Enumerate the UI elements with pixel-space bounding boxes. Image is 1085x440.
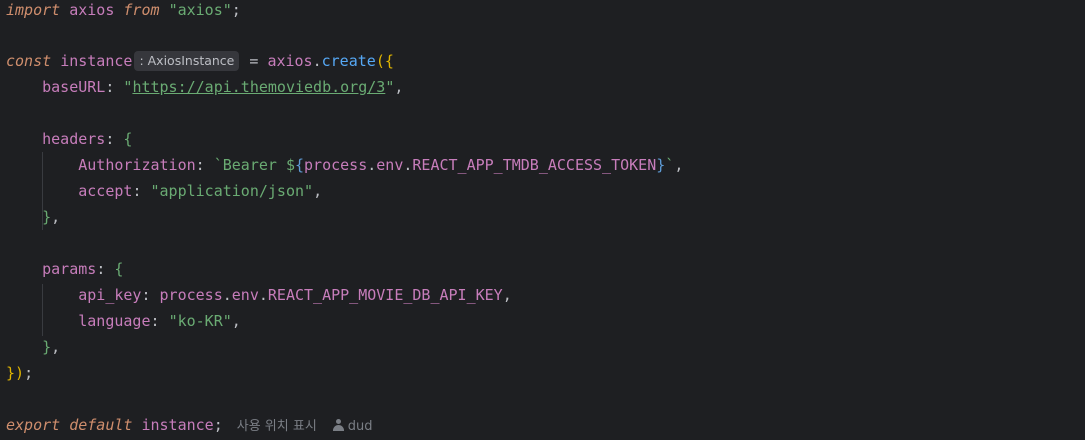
identifier: env [376, 156, 404, 174]
punctuation: : [105, 130, 124, 148]
keyword: import [6, 1, 61, 19]
template-string: ` [665, 156, 675, 174]
punctuation: , [394, 78, 404, 96]
property-key: baseURL [42, 78, 106, 96]
code-line-3[interactable]: const instance: AxiosInstance = axios.cre… [6, 48, 394, 74]
string-literal: "axios" [168, 1, 232, 19]
code-line-4[interactable]: baseURL: "https://api.themoviedb.org/3", [6, 74, 403, 100]
punctuation: : [132, 182, 151, 200]
keyword: export [6, 416, 61, 434]
identifier: axios [267, 52, 313, 70]
punctuation: = [249, 52, 268, 70]
type-inlay-hint[interactable]: : AxiosInstance [134, 51, 240, 71]
variable-name: instance [60, 52, 133, 70]
brace: { [384, 52, 394, 70]
punctuation: : [105, 78, 124, 96]
punctuation: : [141, 286, 160, 304]
punctuation: : [96, 260, 115, 278]
author-hint[interactable]: dud [348, 419, 373, 434]
code-line-1[interactable]: import axios from "axios"; [6, 0, 241, 23]
punctuation: , [313, 182, 323, 200]
brace: } [42, 338, 52, 356]
string-literal: "application/json" [150, 182, 314, 200]
code-line-9[interactable]: }, [6, 204, 60, 230]
code-line-14[interactable]: }, [6, 334, 60, 360]
paren: ( [375, 52, 385, 70]
identifier: env [231, 286, 259, 304]
code-line-17[interactable]: export default instance; 사용 위치 표시 dud [6, 412, 373, 438]
identifier: process [304, 156, 368, 174]
variable-name: instance [141, 416, 214, 434]
brace: } [656, 156, 666, 174]
person-icon [332, 419, 344, 431]
brace: { [114, 260, 124, 278]
punctuation: ; [213, 416, 223, 434]
punctuation: , [51, 208, 61, 226]
brace: } [42, 208, 52, 226]
function-name: create [321, 52, 376, 70]
code-line-8[interactable]: accept: "application/json", [6, 178, 322, 204]
code-line-15[interactable]: }); [6, 360, 33, 386]
punctuation: . [312, 52, 322, 70]
brace: } [6, 364, 16, 382]
env-variable: REACT_APP_MOVIE_DB_API_KEY [267, 286, 503, 304]
punctuation: . [367, 156, 377, 174]
punctuation: : [195, 156, 214, 174]
string-literal: "ko-KR" [168, 312, 232, 330]
code-line-11[interactable]: params: { [6, 256, 123, 282]
env-variable: REACT_APP_TMDB_ACCESS_TOKEN [412, 156, 657, 174]
code-editor[interactable]: import axios from "axios"; const instanc… [0, 0, 1085, 434]
property-key: accept [78, 182, 133, 200]
paren: ) [15, 364, 25, 382]
identifier: process [159, 286, 223, 304]
property-key: Authorization [78, 156, 196, 174]
code-line-12[interactable]: api_key: process.env.REACT_APP_MOVIE_DB_… [6, 282, 512, 308]
punctuation: : [150, 312, 169, 330]
punctuation: , [51, 338, 61, 356]
string-quote: " [385, 78, 395, 96]
keyword: default [69, 416, 133, 434]
brace: { [295, 156, 305, 174]
template-string: `Bearer [213, 156, 286, 174]
punctuation: . [222, 286, 232, 304]
property-key: headers [42, 130, 106, 148]
keyword: from [123, 1, 160, 19]
code-line-13[interactable]: language: "ko-KR", [6, 308, 241, 334]
punctuation: . [258, 286, 268, 304]
punctuation: , [231, 312, 241, 330]
punctuation: , [674, 156, 684, 174]
url-link[interactable]: https://api.themoviedb.org/3 [132, 78, 385, 96]
brace: { [123, 130, 133, 148]
property-key: api_key [78, 286, 142, 304]
template-dollar: $ [285, 156, 295, 174]
punctuation: , [502, 286, 512, 304]
code-line-6[interactable]: headers: { [6, 126, 132, 152]
punctuation: ; [24, 364, 34, 382]
punctuation: ; [231, 1, 241, 19]
property-key: params [42, 260, 97, 278]
show-usages-hint[interactable]: 사용 위치 표시 [237, 419, 317, 434]
property-key: language [78, 312, 151, 330]
identifier: axios [69, 1, 115, 19]
code-line-7[interactable]: Authorization: `Bearer ${process.env.REA… [6, 152, 683, 178]
keyword: const [6, 52, 52, 70]
